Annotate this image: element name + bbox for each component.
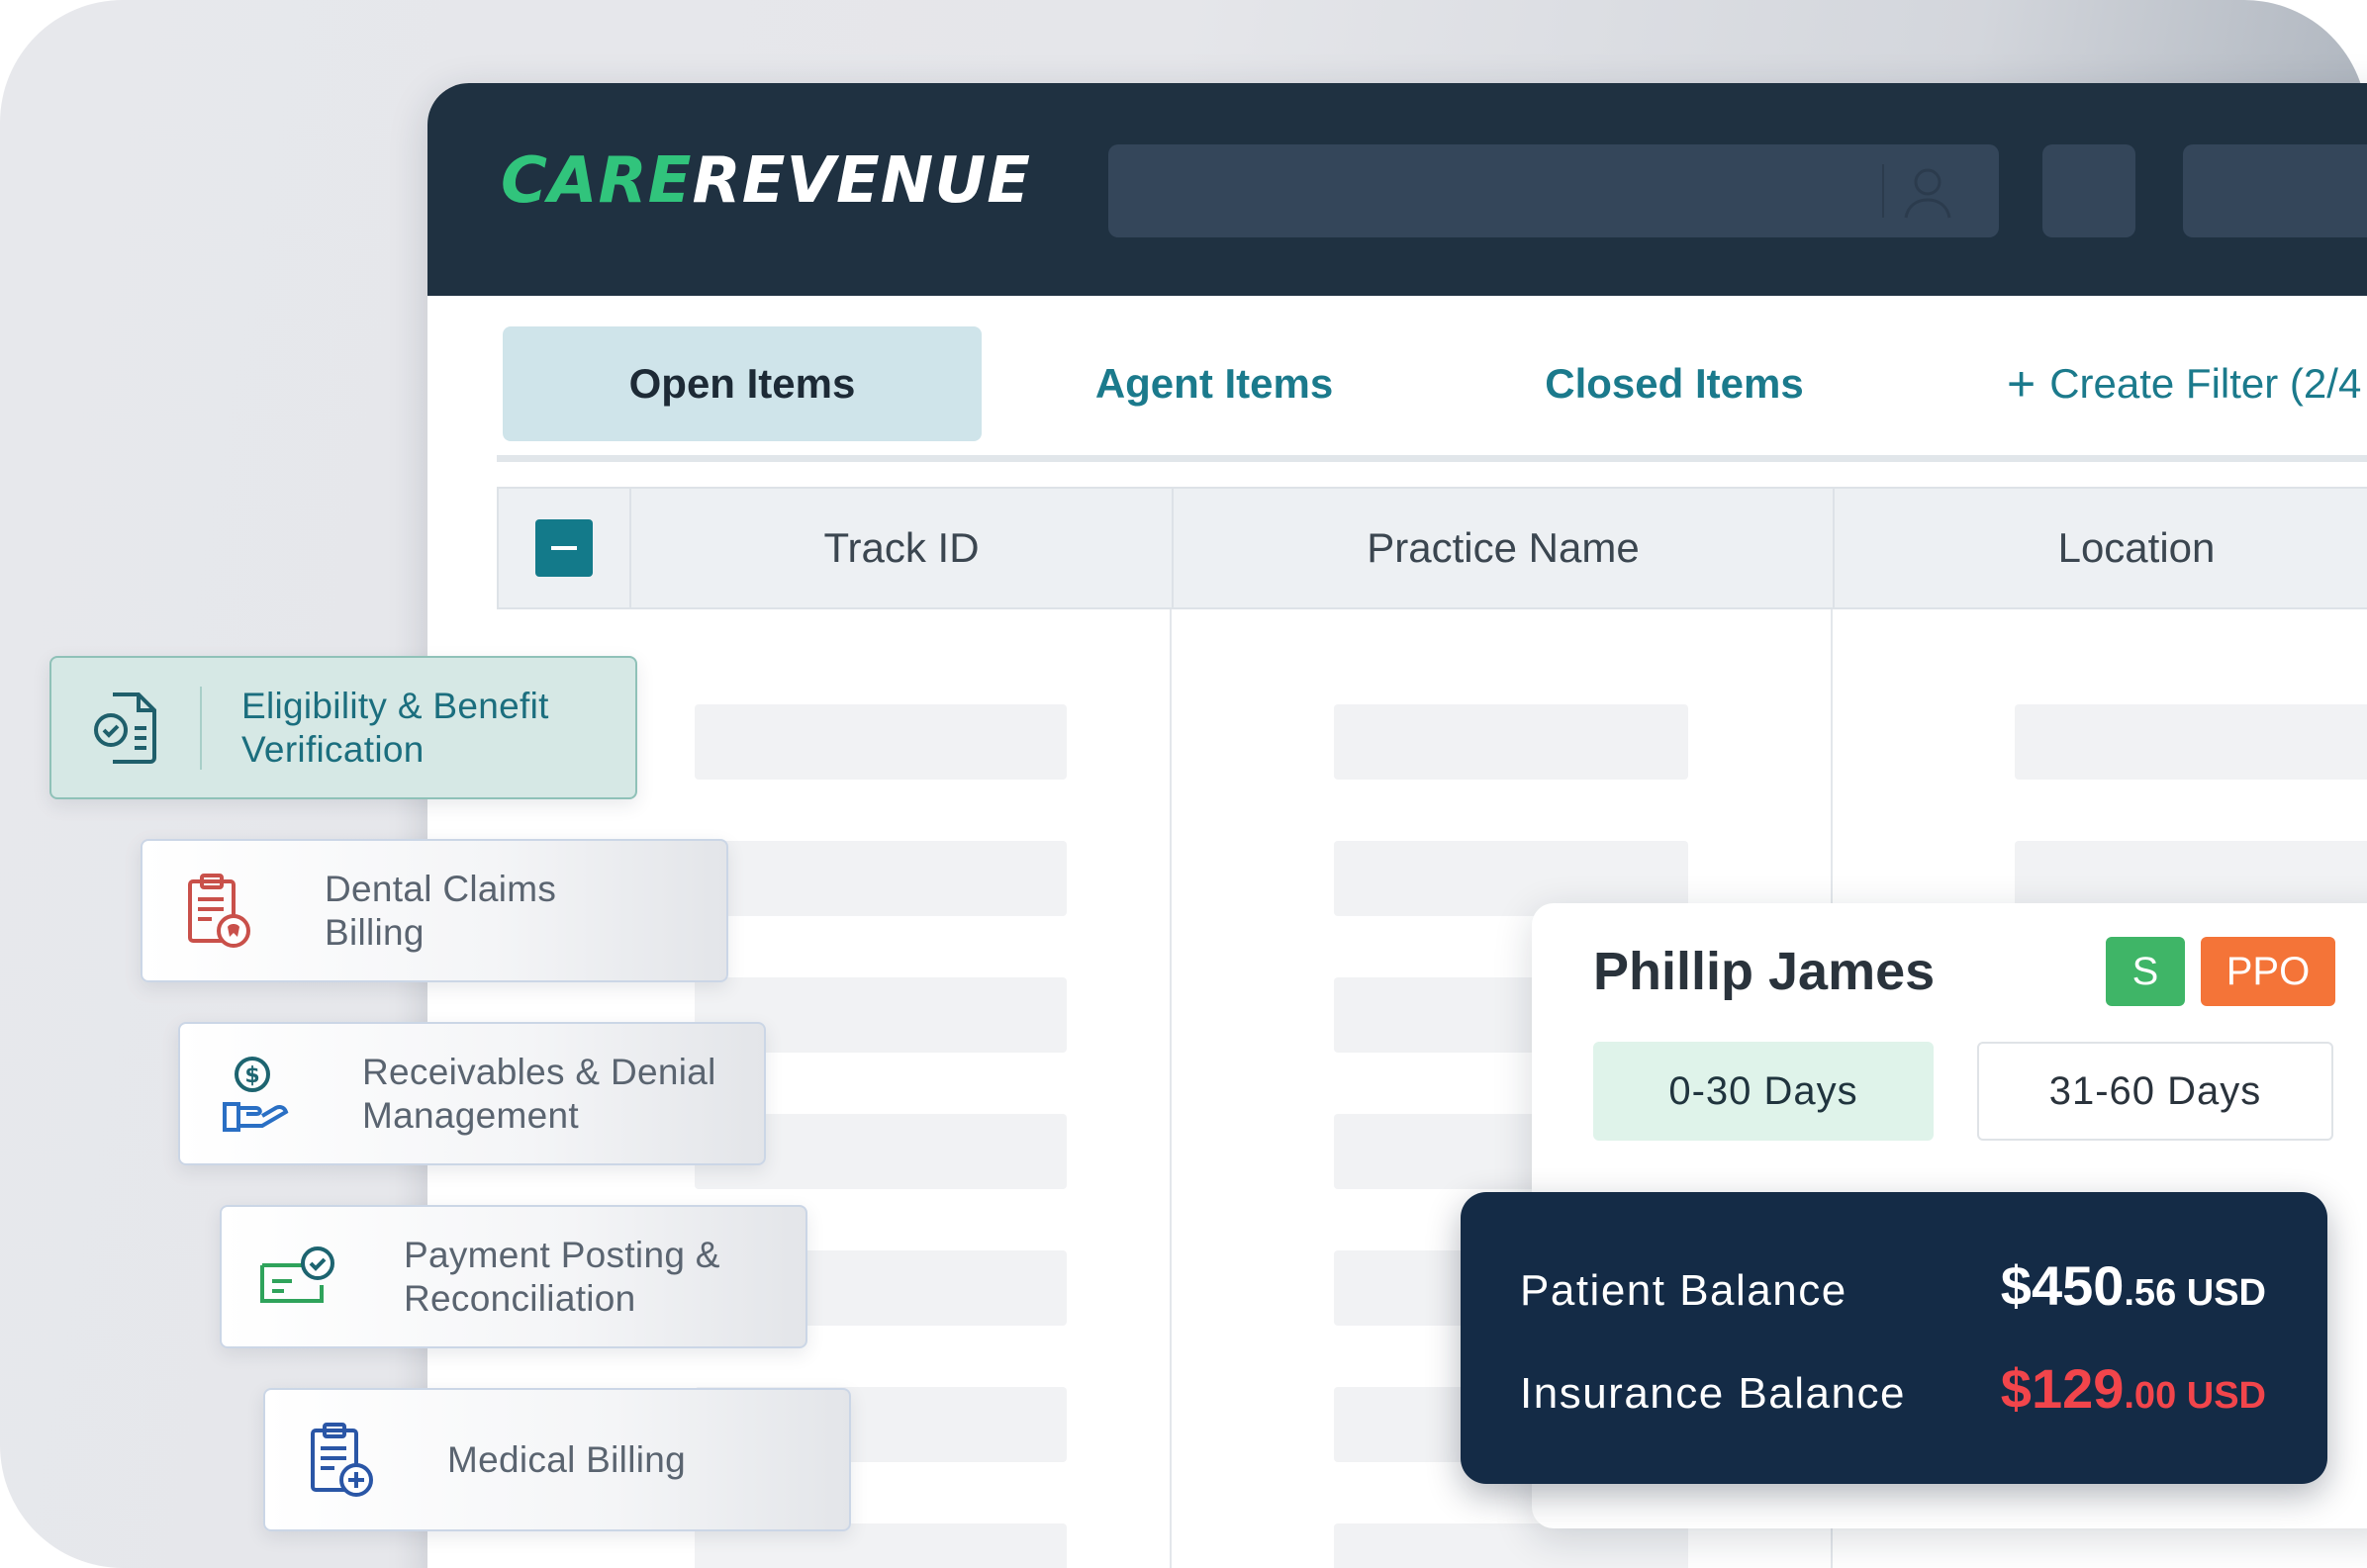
toolbar-button-wide[interactable] bbox=[2183, 144, 2367, 237]
card-divider bbox=[200, 686, 202, 770]
tab-agent-items[interactable]: Agent Items bbox=[1081, 326, 1348, 441]
plus-icon: + bbox=[2007, 356, 2036, 412]
create-filter-button[interactable]: + Create Filter (2/4 bbox=[2007, 326, 2367, 441]
table-header: Track ID Practice Name Location bbox=[497, 487, 2367, 609]
tab-closed-items[interactable]: Closed Items bbox=[1516, 326, 1833, 441]
status-badge-s: S bbox=[2106, 937, 2185, 1006]
aging-filter-0-30[interactable]: 0-30 Days bbox=[1593, 1042, 1934, 1141]
select-all-checkbox[interactable] bbox=[535, 519, 593, 577]
skeleton-cell bbox=[695, 704, 1067, 780]
service-card-medical-billing[interactable]: Medical Billing bbox=[263, 1388, 851, 1531]
dental-claims-icon bbox=[188, 873, 250, 948]
service-card-receivables[interactable]: $ Receivables & Denial Management bbox=[178, 1022, 766, 1165]
medical-billing-icon bbox=[311, 1422, 373, 1497]
service-card-dental-claims[interactable]: Dental Claims Billing bbox=[141, 839, 728, 982]
toolbar-button[interactable] bbox=[2042, 144, 2135, 237]
skeleton-cell bbox=[1334, 704, 1688, 780]
minus-icon bbox=[551, 546, 577, 550]
patient-balance-label: Patient Balance bbox=[1520, 1266, 1847, 1315]
receivables-hand-icon: $ bbox=[223, 1056, 289, 1132]
search-bar[interactable] bbox=[1108, 144, 1999, 237]
skeleton-cell bbox=[1334, 1523, 1688, 1568]
insurance-balance-value: $129.00 USD bbox=[2000, 1357, 2266, 1420]
column-header-location[interactable]: Location bbox=[1835, 489, 2367, 607]
column-header-track-id[interactable]: Track ID bbox=[631, 489, 1174, 607]
service-card-eligibility[interactable]: Eligibility & Benefit Verification bbox=[49, 656, 637, 799]
tab-underline bbox=[497, 455, 2367, 462]
search-divider bbox=[1882, 164, 1884, 218]
insurance-balance-label: Insurance Balance bbox=[1520, 1369, 1906, 1418]
eligibility-verification-icon bbox=[94, 692, 156, 764]
insurance-balance-row: Insurance Balance $129.00 USD bbox=[1520, 1356, 2266, 1435]
payment-posting-icon bbox=[260, 1245, 334, 1303]
user-icon[interactable] bbox=[1896, 160, 1959, 224]
patient-name: Phillip James bbox=[1593, 942, 1936, 1001]
top-bar: CAREREVENUE bbox=[427, 83, 2367, 296]
logo: CAREREVENUE bbox=[501, 144, 1031, 218]
patient-balance-value: $450.56 USD bbox=[2000, 1254, 2266, 1317]
skeleton-cell bbox=[2015, 704, 2367, 780]
svg-text:$: $ bbox=[244, 1063, 259, 1088]
service-card-payment-posting[interactable]: Payment Posting & Reconciliation bbox=[220, 1205, 807, 1348]
aging-filter-31-60[interactable]: 31-60 Days bbox=[1977, 1042, 2333, 1141]
tab-open-items[interactable]: Open Items bbox=[503, 326, 982, 441]
balance-summary: Patient Balance $450.56 USD Insurance Ba… bbox=[1461, 1192, 2327, 1484]
plan-badge-ppo: PPO bbox=[2201, 937, 2335, 1006]
select-all-cell bbox=[499, 489, 631, 607]
column-divider bbox=[1170, 609, 1172, 1568]
patient-balance-row: Patient Balance $450.56 USD bbox=[1520, 1253, 2266, 1333]
skeleton-cell bbox=[695, 841, 1067, 916]
column-header-practice-name[interactable]: Practice Name bbox=[1174, 489, 1835, 607]
